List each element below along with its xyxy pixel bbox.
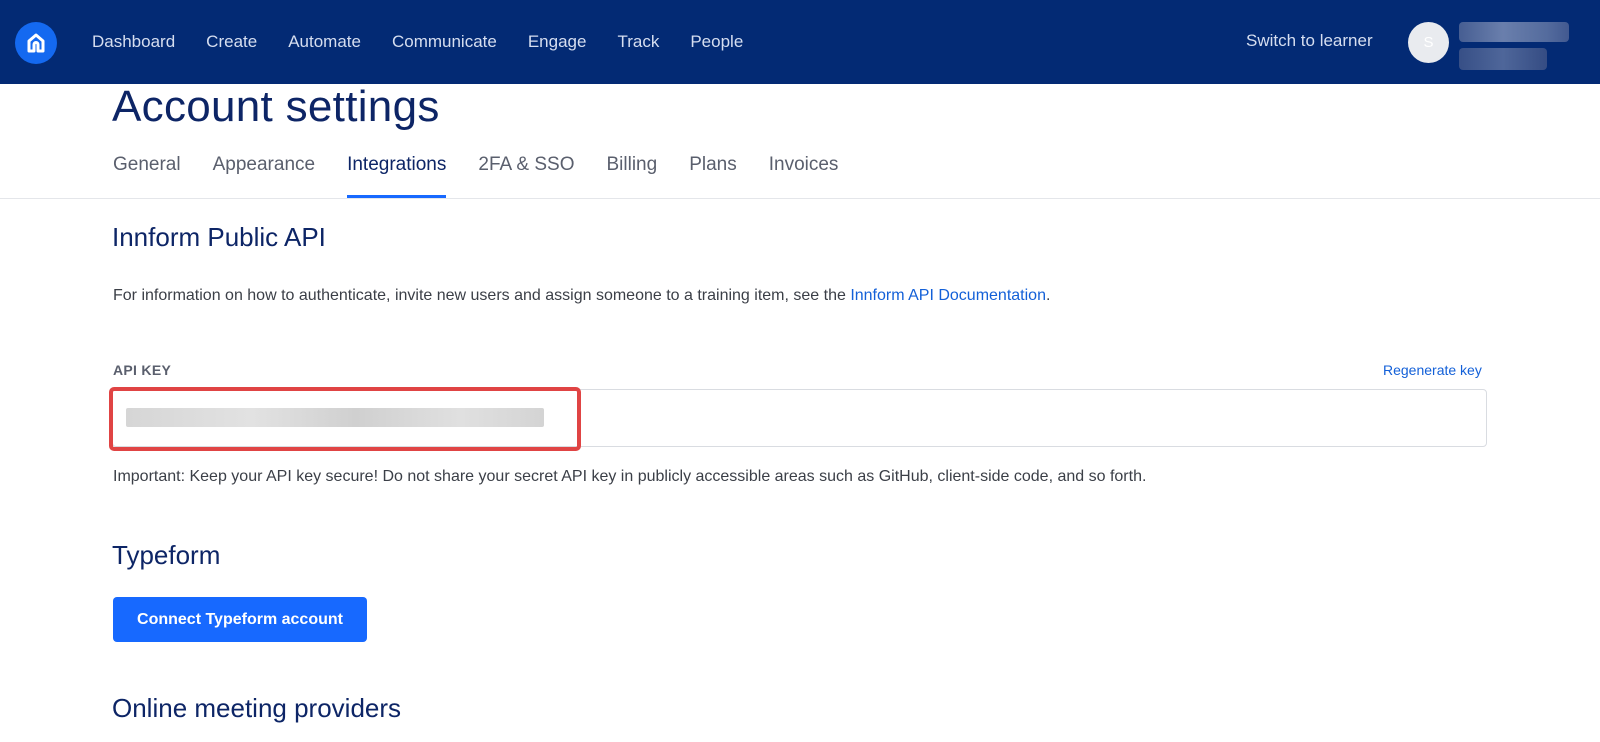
api-key-warning: Important: Keep your API key secure! Do … [113,468,1147,485]
tab-appearance[interactable]: Appearance [213,150,315,198]
tabs-divider [0,198,1600,199]
avatar-initial: S [1423,34,1434,51]
home-logo-button[interactable] [15,22,57,64]
nav-track[interactable]: Track [617,32,659,52]
highlight-annotation-box [109,387,581,451]
nav-communicate[interactable]: Communicate [392,32,497,52]
page-title: Account settings [112,82,440,131]
settings-tabs: General Appearance Integrations 2FA & SS… [113,150,870,198]
nav-engage[interactable]: Engage [528,32,587,52]
tab-general[interactable]: General [113,150,181,198]
nav-dashboard[interactable]: Dashboard [92,32,175,52]
api-section-title: Innform Public API [112,222,326,252]
home-icon [27,33,45,53]
top-navigation-bar: Dashboard Create Automate Communicate En… [0,0,1600,84]
api-info-prefix: For information on how to authenticate, … [113,287,851,304]
user-org-redacted [1459,48,1547,70]
switch-to-learner-link[interactable]: Switch to learner [1246,31,1373,51]
meeting-providers-title: Online meeting providers [112,693,402,723]
tab-billing[interactable]: Billing [606,150,657,198]
regenerate-key-link[interactable]: Regenerate key [1383,362,1482,378]
nav-automate[interactable]: Automate [288,32,361,52]
user-name-redacted[interactable] [1459,22,1569,42]
tab-integrations[interactable]: Integrations [347,150,447,198]
api-key-label: API KEY [113,362,172,378]
tab-plans[interactable]: Plans [689,150,737,198]
user-avatar[interactable]: S [1408,22,1449,63]
api-info-suffix: . [1045,287,1051,304]
main-nav: Dashboard Create Automate Communicate En… [92,0,774,84]
nav-people[interactable]: People [690,32,743,52]
tab-invoices[interactable]: Invoices [769,150,839,198]
tab-2fa-sso[interactable]: 2FA & SSO [478,150,574,198]
typeform-section-title: Typeform [112,540,221,570]
connect-typeform-button[interactable]: Connect Typeform account [113,597,367,642]
api-info-text: For information on how to authenticate, … [113,287,1050,305]
nav-create[interactable]: Create [206,32,257,52]
api-documentation-link[interactable]: Innform API Documentation [850,287,1046,304]
